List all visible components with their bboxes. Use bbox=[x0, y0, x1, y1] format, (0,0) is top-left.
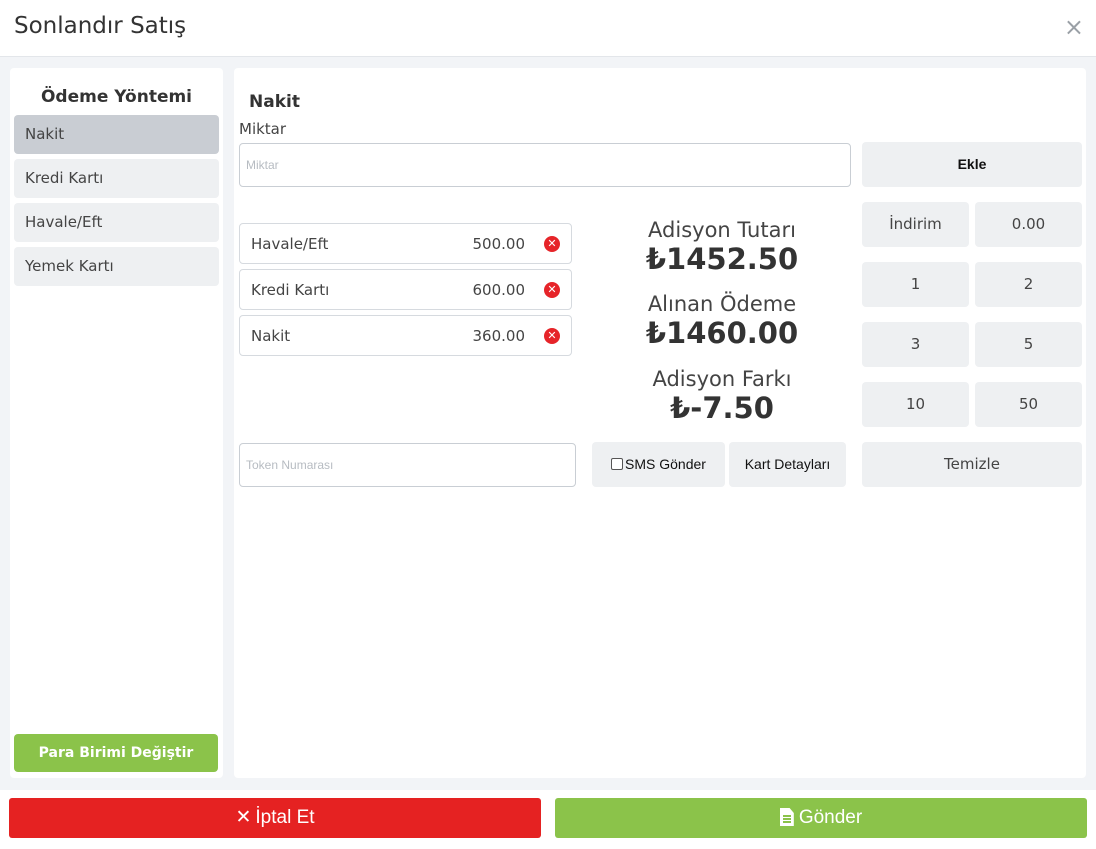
change-currency-button[interactable]: Para Birimi Değiştir bbox=[14, 734, 218, 772]
payment-amount: 500.00 bbox=[472, 235, 526, 253]
close-icon: ✕ bbox=[235, 807, 252, 828]
document-icon bbox=[779, 808, 794, 826]
token-number-input[interactable]: Token Numarası bbox=[239, 443, 576, 487]
sidebar-item-yemek-karti[interactable]: Yemek Kartı bbox=[14, 247, 219, 286]
clear-button[interactable]: Temizle bbox=[862, 442, 1082, 487]
amount-label: Miktar bbox=[239, 120, 287, 138]
modal-title: Sonlandır Satış bbox=[14, 13, 187, 39]
bill-total: Adisyon Tutarı ₺1452.50 bbox=[592, 218, 852, 276]
bill-total-label: Adisyon Tutarı bbox=[648, 218, 796, 242]
key-10-button[interactable]: 10 bbox=[862, 382, 969, 427]
payment-amount: 600.00 bbox=[472, 281, 526, 299]
key-5-button[interactable]: 5 bbox=[975, 322, 1082, 367]
payment-name: Nakit bbox=[251, 327, 291, 345]
key-1-button[interactable]: 1 bbox=[862, 262, 969, 307]
sms-send-toggle[interactable]: SMS Gönder bbox=[592, 442, 725, 487]
payment-row: Kredi Kartı 600.00 ✕ bbox=[239, 269, 572, 310]
sidebar-item-kredi-karti[interactable]: Kredi Kartı bbox=[14, 159, 219, 198]
card-details-button[interactable]: Kart Detayları bbox=[729, 442, 846, 487]
payment-amount: 360.00 bbox=[472, 327, 526, 345]
cancel-button[interactable]: ✕ İptal Et bbox=[9, 798, 541, 838]
sms-label: SMS Gönder bbox=[625, 456, 706, 472]
received-payment-label: Alınan Ödeme bbox=[647, 292, 797, 316]
bill-difference-label: Adisyon Farkı bbox=[652, 367, 792, 391]
send-label: Gönder bbox=[798, 807, 863, 828]
payment-name: Kredi Kartı bbox=[251, 281, 330, 299]
remove-icon[interactable]: ✕ bbox=[544, 282, 560, 298]
key-3-button[interactable]: 3 bbox=[862, 322, 969, 367]
section-title: Nakit bbox=[249, 92, 300, 112]
received-payment: Alınan Ödeme ₺1460.00 bbox=[592, 292, 852, 350]
modal-body: Ödeme Yöntemi Nakit Kredi Kartı Havale/E… bbox=[0, 57, 1096, 790]
send-button[interactable]: Gönder bbox=[555, 798, 1087, 838]
modal-footer: ✕ İptal Et Gönder bbox=[0, 790, 1096, 849]
bill-difference-value: ₺-7.50 bbox=[670, 391, 774, 425]
payment-row: Nakit 360.00 ✕ bbox=[239, 315, 572, 356]
key-2-button[interactable]: 2 bbox=[975, 262, 1082, 307]
key-50-button[interactable]: 50 bbox=[975, 382, 1082, 427]
payment-method-sidebar: Ödeme Yöntemi Nakit Kredi Kartı Havale/E… bbox=[10, 68, 223, 778]
bill-difference: Adisyon Farkı ₺-7.50 bbox=[592, 367, 852, 425]
sms-checkbox[interactable] bbox=[611, 458, 624, 470]
payment-name: Havale/Eft bbox=[251, 235, 329, 253]
discount-button[interactable]: İndirim bbox=[862, 202, 969, 247]
sidebar-title: Ödeme Yöntemi bbox=[40, 87, 193, 107]
remove-icon[interactable]: ✕ bbox=[544, 328, 560, 344]
remove-icon[interactable]: ✕ bbox=[544, 236, 560, 252]
sidebar-item-nakit[interactable]: Nakit bbox=[14, 115, 219, 154]
payment-panel: Nakit Miktar Miktar Ekle Havale/Eft 500.… bbox=[234, 68, 1086, 778]
discount-value-button[interactable]: 0.00 bbox=[975, 202, 1082, 247]
add-button[interactable]: Ekle bbox=[862, 142, 1082, 187]
received-payment-value: ₺1460.00 bbox=[645, 316, 799, 350]
cancel-label: İptal Et bbox=[255, 807, 315, 828]
close-icon[interactable]: × bbox=[1064, 15, 1084, 39]
payment-row: Havale/Eft 500.00 ✕ bbox=[239, 223, 572, 264]
sidebar-item-havale-eft[interactable]: Havale/Eft bbox=[14, 203, 219, 242]
amount-input[interactable]: Miktar bbox=[239, 143, 851, 187]
modal-header: Sonlandır Satış × bbox=[0, 0, 1096, 57]
bill-total-value: ₺1452.50 bbox=[645, 242, 799, 276]
